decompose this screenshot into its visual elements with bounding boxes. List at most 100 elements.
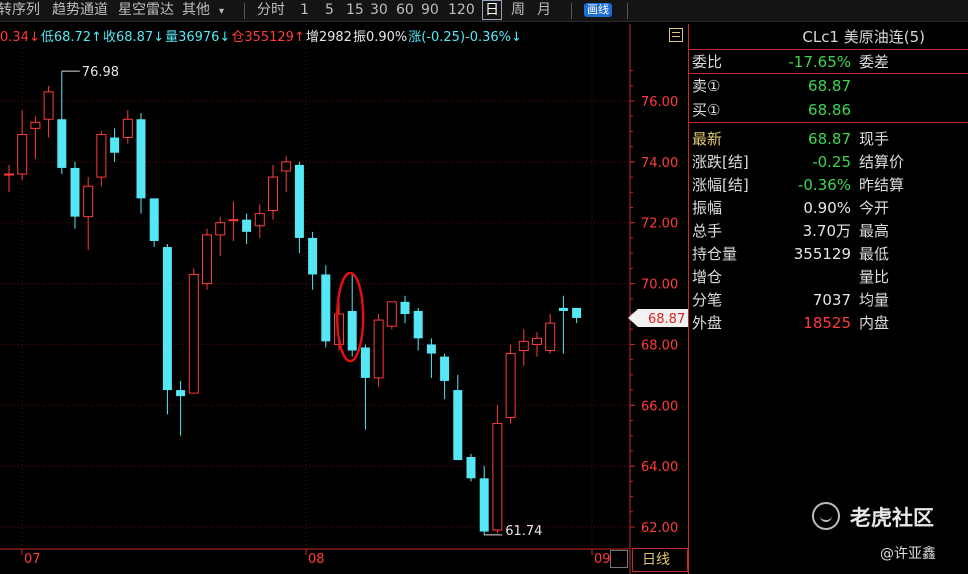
quote-label: 分笔 (692, 291, 723, 309)
chart-candles (4, 71, 582, 535)
quote-label: 买① (692, 101, 721, 119)
quote-label: 外盘 (692, 314, 723, 332)
panel-divider (689, 122, 968, 123)
candle-body-up (373, 319, 384, 379)
candle-body-down (176, 390, 186, 397)
toolbar-divider (571, 3, 572, 19)
price-tick-label: 66.00 (641, 399, 678, 414)
candle-body-down (400, 301, 410, 314)
candlestick-chart[interactable]: 76.00 74.00 72.00 70.00 68.00 66.00 64.00 62.00… (0, 24, 688, 574)
period-tick[interactable]: 分时 (257, 1, 285, 19)
candle-body-up (268, 176, 278, 212)
period-day[interactable]: 日 (482, 0, 502, 20)
price-tick-label: 72.00 (641, 217, 678, 232)
quote-label: 增仓 (692, 268, 723, 286)
quote-label-secondary: 昨结算 (859, 176, 905, 194)
candle-body-down (57, 119, 67, 168)
quote-label-secondary: 量比 (859, 268, 890, 286)
panel-divider (689, 73, 968, 74)
candle-body-down (466, 457, 476, 479)
last-price-label: 68.87 (648, 312, 685, 327)
instrument-title: CLc1 美原油连(5) (802, 28, 925, 46)
quote-row: 增仓 量比 (689, 266, 968, 289)
quote-row: 外盘 18525 内盘 (689, 312, 968, 335)
candle-body-down (347, 310, 357, 351)
candle-body-down (440, 356, 450, 381)
period-30[interactable]: 30 (370, 1, 388, 19)
time-tick-label: 07 (24, 552, 41, 567)
price-tick-label: 76.00 (641, 95, 678, 110)
quote-row: 委比 -17.65% 委差 (689, 51, 968, 74)
quote-label: 总手 (692, 222, 723, 240)
menu-sequence[interactable]: 转序列 (0, 1, 40, 19)
candle-body-down (308, 237, 318, 275)
draw-line-button[interactable]: 画线 (584, 3, 612, 17)
quote-label-secondary: 结算价 (859, 153, 905, 171)
quote-label-secondary: 委差 (859, 53, 890, 71)
menu-star-radar[interactable]: 星空雷达 (118, 1, 174, 19)
candle-body-up (43, 91, 54, 120)
tab-daily[interactable]: 日线 (632, 548, 688, 572)
candle-body-down (572, 307, 582, 318)
price-tick-label: 70.00 (641, 278, 678, 293)
candle-body-down (242, 219, 252, 232)
quote-value: 355129 (793, 245, 851, 263)
period-week[interactable]: 周 (511, 1, 525, 19)
price-tick-label: 68.00 (641, 338, 678, 353)
time-tick-label: 09 (594, 552, 611, 567)
candle-body-down (136, 119, 146, 199)
period-120[interactable]: 120 (448, 1, 475, 19)
period-month[interactable]: 月 (537, 1, 551, 19)
caret-down-icon[interactable]: ▾ (219, 3, 224, 21)
quote-value: -0.36% (797, 176, 851, 194)
toolbar-divider (244, 3, 245, 19)
candle-body-down (321, 274, 331, 342)
min-price-label: 61.74 (505, 524, 542, 539)
scroll-handle[interactable] (610, 550, 628, 568)
quote-row: 买① 68.86 (689, 99, 968, 122)
candle-body-down (479, 478, 489, 532)
candle-body-up (492, 423, 503, 531)
panel-title: CLc1 美原油连(5) (689, 24, 968, 50)
candle-body-up (96, 133, 107, 178)
quote-row: 分笔 7037 均量 (689, 289, 968, 312)
candle-body-down (360, 347, 370, 378)
watermark-brand: 老虎社区 (850, 506, 934, 530)
candle-body-up (281, 161, 292, 172)
quote-panel: CLc1 美原油连(5) 委比 -17.65% 委差 卖① 68.87 买① 68.86 最新… (669, 24, 968, 574)
candle-body-down (162, 247, 172, 391)
toolbar-divider (627, 3, 628, 19)
quote-row: 总手 3.70万 最高 (689, 220, 968, 243)
quote-label-secondary: 现手 (859, 130, 890, 148)
quote-label-secondary: 今开 (859, 199, 890, 217)
quote-label: 卖① (692, 77, 721, 95)
menu-trend-channel[interactable]: 趋势通道 (52, 1, 108, 19)
candle-body-up (386, 301, 397, 327)
period-15[interactable]: 15 (346, 1, 364, 19)
quote-row: 涨跌[结] -0.25 结算价 (689, 151, 968, 174)
quote-value: 68.86 (808, 101, 851, 119)
chart-toolbar: 转序列 趋势通道 星空雷达 其他 ▾ 分时 1 5 15 30 60 90 12… (0, 0, 968, 22)
quote-label-secondary: 最高 (859, 222, 890, 240)
quote-label: 最新 (692, 130, 723, 148)
grid-icon[interactable] (669, 28, 683, 42)
candle-body-up (215, 222, 226, 236)
candle-body-up (202, 234, 212, 285)
candle-body-down (453, 390, 463, 461)
price-tick-label: 74.00 (641, 156, 678, 171)
candle-body-down (558, 307, 568, 311)
menu-other[interactable]: 其他 (182, 1, 210, 19)
price-tick-label: 62.00 (641, 521, 678, 536)
quote-value: 68.87 (808, 130, 851, 148)
quote-row: 卖① 68.87 (689, 75, 968, 98)
candle-body-up (545, 322, 556, 352)
candle-body-up (188, 273, 199, 394)
period-60[interactable]: 60 (396, 1, 414, 19)
candle-body-down (110, 137, 120, 153)
tiger-logo-icon (812, 502, 840, 530)
time-tick-label: 08 (308, 552, 325, 567)
period-1[interactable]: 1 (300, 1, 309, 19)
period-90[interactable]: 90 (421, 1, 439, 19)
period-5[interactable]: 5 (325, 1, 334, 19)
quote-value: 7037 (812, 291, 851, 309)
